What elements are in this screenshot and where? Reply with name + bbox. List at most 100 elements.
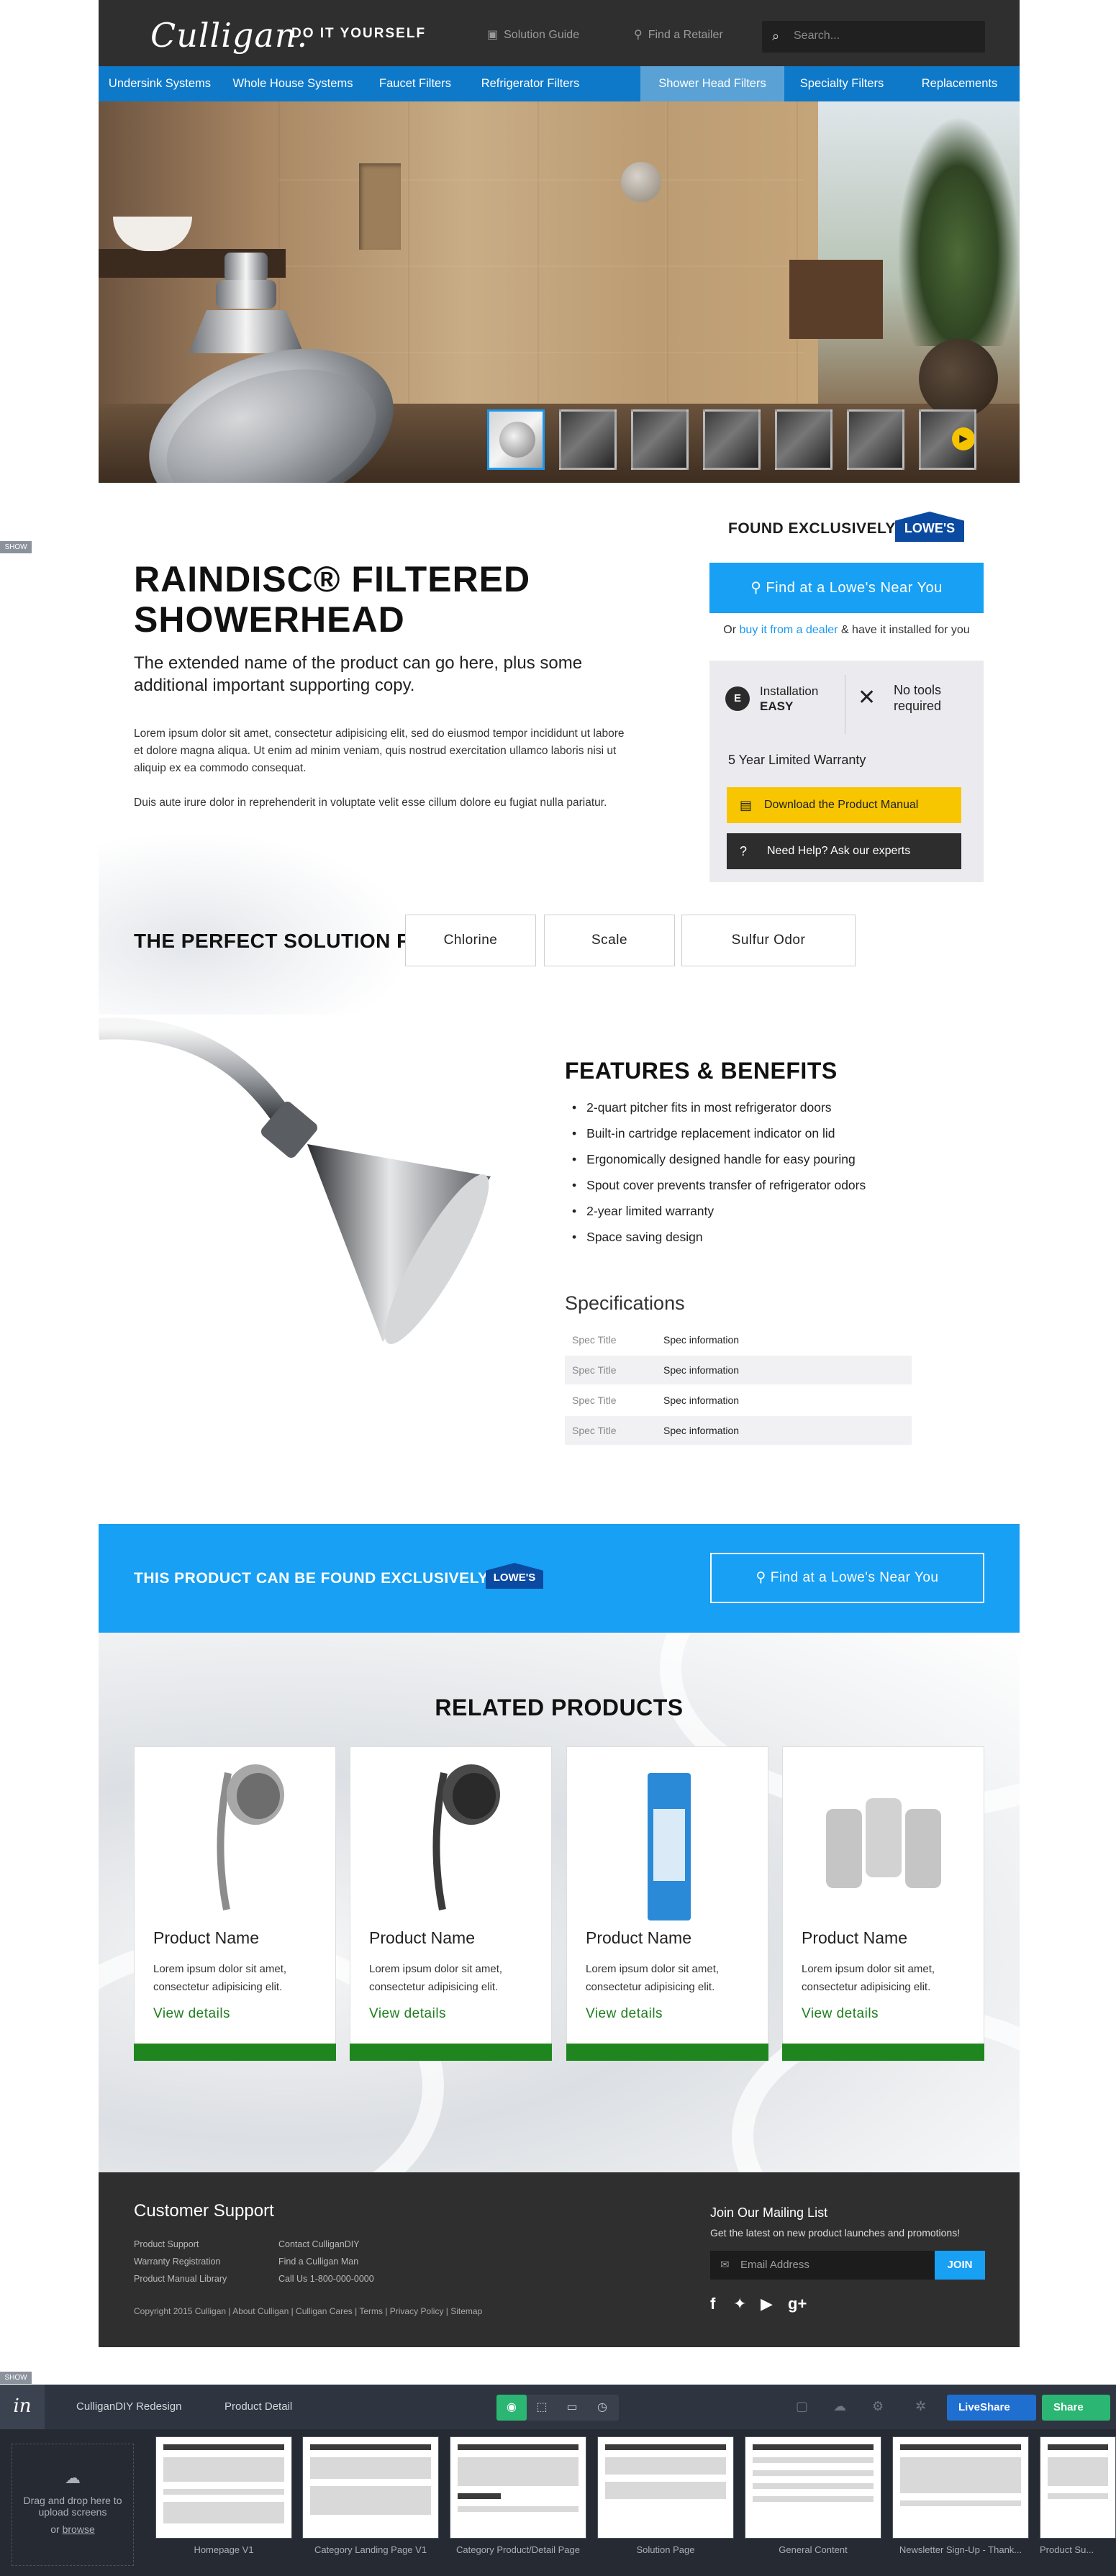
mailing-list-subtitle: Get the latest on new product launches a…	[710, 2227, 961, 2239]
thumbnail-disc	[499, 422, 535, 458]
screen-label: Solution Page	[636, 2544, 695, 2555]
nav-undersink[interactable]: Undersink Systems	[99, 66, 221, 101]
product-card[interactable]: Product Name Lorem ipsum dolor sit amet,…	[134, 1746, 336, 2061]
share-button[interactable]: Share	[1042, 2395, 1110, 2421]
preview-mode-icon[interactable]: ◉	[496, 2395, 527, 2421]
liveshare-button[interactable]: LiveShare	[947, 2395, 1036, 2421]
nav-shower-head[interactable]: Shower Head Filters	[640, 66, 784, 101]
screen-name[interactable]: Product Detail	[224, 2400, 292, 2413]
search-input[interactable]: ⌕ Search...	[762, 21, 985, 53]
find-lowes-button[interactable]: ⚲ Find at a Lowe's Near You	[709, 563, 984, 613]
view-details-link[interactable]: View details	[586, 2006, 663, 2022]
culligan-logo[interactable]: Culligan.	[150, 16, 308, 55]
twitter-icon[interactable]: ✦	[733, 2295, 746, 2313]
no-tools-label: No tools required	[894, 683, 942, 713]
footer-link-find-man[interactable]: Find a Culligan Man	[278, 2257, 358, 2267]
screen-label: Homepage V1	[194, 2544, 254, 2555]
product-image	[648, 1773, 691, 1920]
need-help-button[interactable]: ? Need Help? Ask our experts	[727, 833, 961, 869]
nav-replacements[interactable]: Replacements	[899, 66, 1020, 101]
history-mode-icon[interactable]: ◷	[587, 2395, 617, 2421]
card-bar	[134, 2044, 336, 2061]
search-icon: ⌕	[772, 29, 780, 43]
join-button[interactable]: JOIN	[935, 2251, 985, 2280]
feature-item: Space saving design	[572, 1230, 703, 1245]
shower-arm-image	[99, 1017, 491, 1344]
view-details-link[interactable]: View details	[369, 2006, 446, 2022]
feature-item: Built-in cartridge replacement indicator…	[572, 1126, 835, 1141]
chip-scale[interactable]: Scale	[544, 915, 675, 966]
view-details-link[interactable]: View details	[802, 2006, 879, 2022]
show-tab[interactable]: SHOW	[0, 2372, 32, 2384]
spec-row: Spec Title Spec information	[565, 1325, 912, 1354]
customer-support-title: Customer Support	[134, 2201, 274, 2221]
thumbnail-4[interactable]	[703, 409, 761, 470]
product-desc: Lorem ipsum dolor sit amet, consectetur …	[802, 1963, 935, 1993]
screen-thumbnail[interactable]	[892, 2436, 1029, 2539]
screen-thumbnail[interactable]	[155, 2436, 292, 2539]
nav-specialty[interactable]: Specialty Filters	[784, 66, 899, 101]
settings-icon[interactable]: ⚙	[872, 2399, 884, 2414]
feature-item: Ergonomically designed handle for easy p…	[572, 1152, 856, 1167]
thumbnail-3[interactable]	[631, 409, 689, 470]
youtube-icon[interactable]: ▶	[761, 2295, 773, 2313]
product-card[interactable]: Product Name Lorem ipsum dolor sit amet,…	[350, 1746, 552, 2061]
footer-link-product-support[interactable]: Product Support	[134, 2239, 199, 2249]
download-manual-button[interactable]: ▤ Download the Product Manual	[727, 787, 961, 823]
project-name[interactable]: CulliganDIY Redesign	[76, 2400, 181, 2413]
build-mode-icon[interactable]: ⬚	[527, 2395, 557, 2421]
screen-thumbnail[interactable]	[597, 2436, 734, 2539]
solution-guide-link[interactable]: ▣ Solution Guide	[487, 27, 579, 42]
comment-mode-icon[interactable]: ▭	[557, 2395, 587, 2421]
find-lowes-label: Find at a Lowe's Near You	[766, 580, 943, 596]
screen-thumbnail[interactable]	[745, 2436, 881, 2539]
footer-link-manual-library[interactable]: Product Manual Library	[134, 2274, 227, 2284]
upload-dropzone[interactable]: ☁ Drag and drop here to upload screens o…	[12, 2444, 134, 2566]
find-retailer-link[interactable]: ⚲ Find a Retailer	[634, 27, 723, 42]
product-desc: Lorem ipsum dolor sit amet, consectetur …	[586, 1963, 720, 1993]
email-placeholder: Email Address	[740, 2259, 809, 2271]
upload-hint-2: upload screens	[38, 2506, 107, 2518]
banner-find-button[interactable]: ⚲ Find at a Lowe's Near You	[710, 1553, 984, 1603]
feature-item: Spout cover prevents transfer of refrige…	[572, 1178, 866, 1193]
screen-preview-line	[310, 2444, 431, 2450]
browse-link[interactable]: browse	[63, 2523, 95, 2535]
page: Culligan. DO IT YOURSELF ▣ Solution Guide…	[0, 0, 1116, 2576]
thumbnail-5[interactable]	[775, 409, 833, 470]
exclusive-banner: THIS PRODUCT CAN BE FOUND EXCLUSIVELY AT…	[99, 1524, 1020, 1633]
thumbnail-video[interactable]: ▶	[919, 409, 976, 470]
screen-preview-line	[753, 2444, 874, 2450]
footer-link-call[interactable]: Call Us 1-800-000-0000	[278, 2274, 374, 2284]
email-input[interactable]: ✉ Email Address	[710, 2251, 935, 2280]
gear-icon[interactable]: ✲	[915, 2399, 926, 2414]
footer-link-contact[interactable]: Contact CulliganDIY	[278, 2239, 360, 2249]
thumbnail-1[interactable]	[487, 409, 545, 470]
screen-thumbnail[interactable]	[1040, 2436, 1116, 2539]
screen-preview-line	[458, 2457, 579, 2486]
invision-logo[interactable]: in	[0, 2385, 45, 2429]
nav-whole-house[interactable]: Whole House Systems	[221, 66, 365, 101]
show-tab[interactable]: SHOW	[0, 541, 32, 553]
screen-thumbnail[interactable]	[302, 2436, 439, 2539]
product-card[interactable]: Product Name Lorem ipsum dolor sit amet,…	[566, 1746, 768, 2061]
screen-thumbnail[interactable]	[450, 2436, 586, 2539]
thumbnail-2[interactable]	[559, 409, 617, 470]
water-splash-image	[99, 835, 408, 1015]
spec-value: Spec information	[663, 1334, 740, 1346]
footer-link-warranty[interactable]: Warranty Registration	[134, 2257, 220, 2267]
view-details-link[interactable]: View details	[153, 2006, 230, 2022]
upload-icon[interactable]: ☁	[833, 2399, 846, 2414]
chip-sulfur-odor[interactable]: Sulfur Odor	[681, 915, 856, 966]
device-icon[interactable]: ▢	[796, 2399, 808, 2414]
dealer-link[interactable]: buy it from a dealer	[740, 624, 838, 636]
nav-refrigerator[interactable]: Refrigerator Filters	[466, 66, 595, 101]
google-plus-icon[interactable]: g+	[788, 2295, 807, 2313]
dealer-prefix: Or	[723, 624, 737, 636]
chip-chlorine[interactable]: Chlorine	[405, 915, 536, 966]
thumbnail-6[interactable]	[847, 409, 904, 470]
screen-preview-line	[310, 2486, 431, 2515]
facebook-icon[interactable]: f	[710, 2295, 715, 2313]
screen-preview-line	[900, 2444, 1021, 2450]
product-card[interactable]: Product Name Lorem ipsum dolor sit amet,…	[782, 1746, 984, 2061]
nav-faucet[interactable]: Faucet Filters	[365, 66, 466, 101]
